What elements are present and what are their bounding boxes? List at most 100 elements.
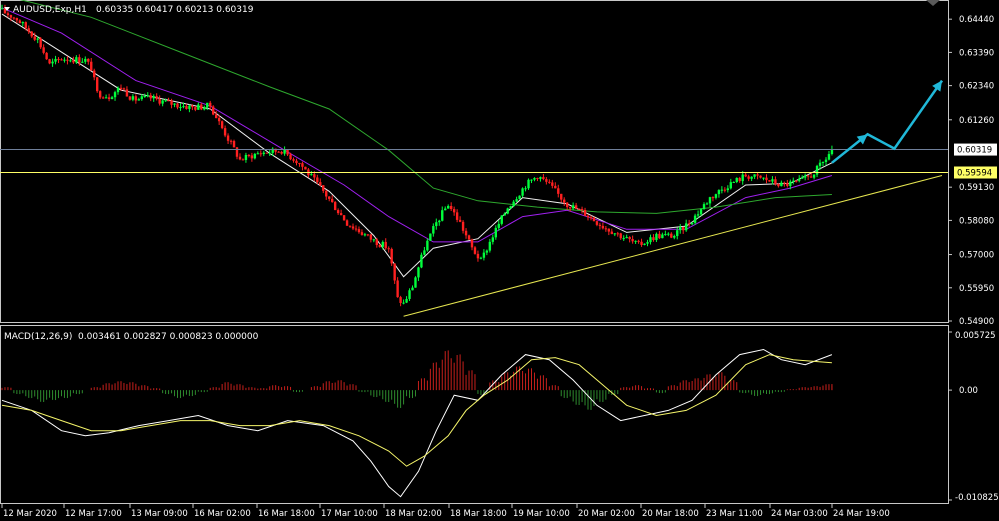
candle-body [539,177,542,179]
candle-body [229,140,233,142]
candle-body [690,222,694,225]
candle-body [336,210,340,214]
candle-body [676,230,679,237]
candle-body [806,175,810,177]
candle-body [259,153,262,155]
candle-body [560,193,563,200]
candle-body [503,213,506,216]
candle-body [634,240,637,242]
price-tick-label: 0.57000 [959,251,994,261]
candle-body [488,241,492,251]
candle-body [595,221,599,225]
candle-body [762,177,765,179]
candle-body [485,250,489,253]
candle-body [548,181,551,183]
candle-body [455,212,459,220]
candle-body [411,287,414,291]
candle-body [426,240,429,251]
candle-body [693,215,697,223]
candle-body [563,199,566,203]
candle-body [420,254,423,268]
candle-body [824,159,828,162]
candle-body [640,241,643,245]
candle-body [146,95,149,97]
candle-body [393,263,396,281]
chart-header[interactable]: AUDUSD,Exp,H1 0.60335 0.60417 0.60213 0.… [4,5,254,15]
candle-body [414,277,417,288]
candle-body [170,100,173,105]
candle-body [200,104,203,110]
candle-body [384,241,387,249]
time-tick-label: 19 Mar 10:00 [513,509,570,519]
candle-body [759,175,762,178]
ascending-trendline [403,174,943,317]
candle-body [798,178,801,181]
chart-overlay-lines: 0.60319 0.59594 [0,79,997,317]
candle-body [122,88,126,90]
candle-body [339,213,343,216]
candle-body [789,181,792,186]
candle-body [158,98,161,104]
candle-body [152,96,155,99]
candle-body [220,121,224,129]
time-axis-ticks: 12 Mar 2020 12 Mar 17:00 13 Mar 09:00 16 Ma… [1,503,890,519]
candle-body [366,234,370,236]
candle-body [369,234,373,240]
trading-chart[interactable]: 0.64440 0.63390 0.62340 0.61260 0.59130 0.580… [0,0,999,521]
candle-body [464,230,468,236]
candle-body [247,154,251,156]
candle-body [268,152,271,154]
candle-body [351,226,355,229]
candle-body [646,242,649,244]
candle-body [342,215,346,221]
candle-body [75,57,78,63]
candlesticks [0,4,834,307]
candle-body [818,162,822,166]
candle-body [491,237,495,242]
candle-body [512,201,515,207]
time-tick-label: 24 Mar 19:00 [833,509,890,519]
candle-body [702,204,706,210]
candle-body [319,182,322,186]
candle-body [54,58,57,62]
price-tick-label: 0.61260 [959,116,994,126]
candle-body [812,174,816,178]
candle-body [209,102,212,107]
time-tick-label: 12 Mar 17:00 [65,509,122,519]
candle-body [60,59,63,61]
time-tick-label: 12 Mar 2020 [3,509,57,519]
candle-body [554,185,557,189]
candle-body [800,177,804,179]
candle-body [720,189,724,191]
candle-body [583,209,587,216]
candle-body [530,179,533,181]
candle-body [637,240,640,242]
candle-body [774,179,777,185]
candle-body [214,114,218,119]
candle-body [661,234,664,239]
candle-body [438,220,441,223]
candle-body [509,206,512,209]
candle-body [18,20,22,24]
one-click-trading-icon[interactable] [926,0,940,6]
candle-body [711,197,715,199]
candle-body [30,31,33,37]
candle-body [527,179,530,189]
candle-body [753,174,756,177]
candle-body [687,223,691,225]
candle-body [667,233,670,235]
candle-body [15,18,19,21]
price-tick-label: 0.62340 [959,82,994,92]
candle-body [649,237,652,243]
candle-body [515,199,518,202]
candle-body [458,219,462,222]
candle-body [684,223,688,231]
candle-body [598,224,602,226]
candle-body [325,190,328,197]
candle-body [622,238,625,240]
candle-body [506,208,509,214]
candle-body [66,59,69,61]
candle-body [786,183,789,186]
candle-body [795,180,798,182]
candle-body [90,61,93,71]
